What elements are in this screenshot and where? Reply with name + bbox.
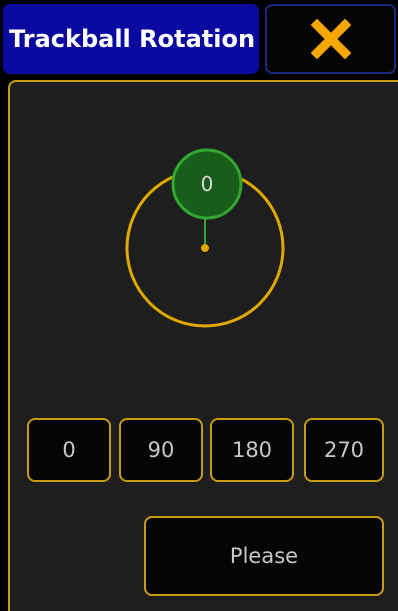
preset-180-button[interactable]: 180 <box>210 418 294 482</box>
rotation-handle[interactable]: 0 <box>171 148 243 220</box>
please-button[interactable]: Please <box>144 516 384 596</box>
rotation-handle-value: 0 <box>201 172 214 196</box>
preset-0-button[interactable]: 0 <box>27 418 111 482</box>
trackball-rotation-window: Trackball Rotation 0 0 90 180 270 Please <box>0 0 398 611</box>
preset-270-button[interactable]: 270 <box>304 418 384 482</box>
center-dot <box>201 244 209 252</box>
preset-90-button[interactable]: 90 <box>119 418 203 482</box>
